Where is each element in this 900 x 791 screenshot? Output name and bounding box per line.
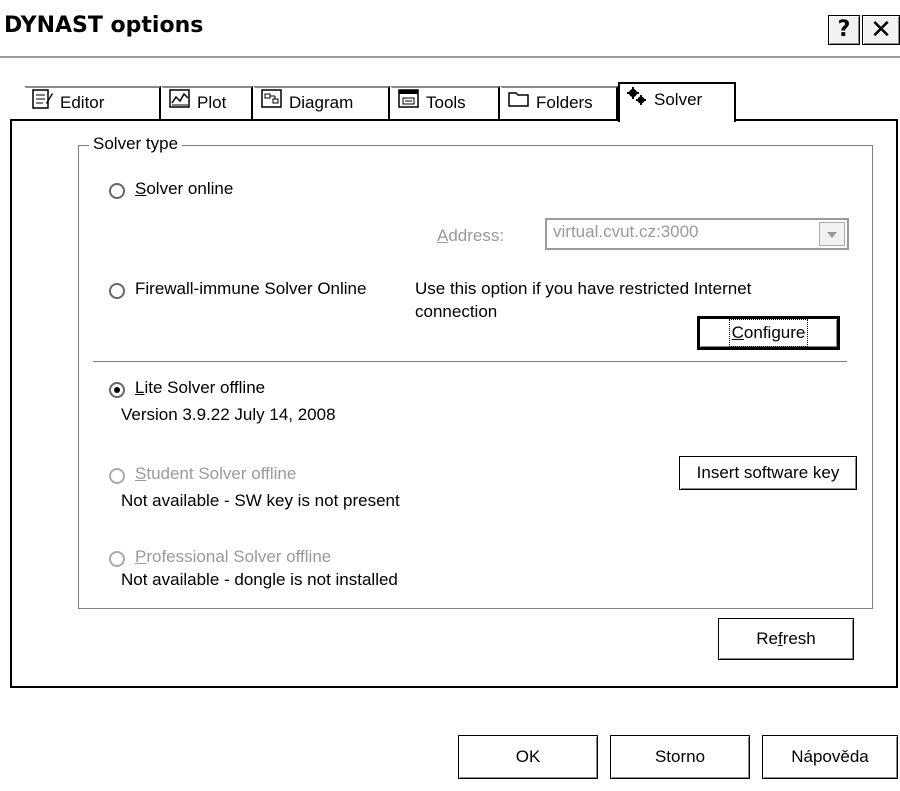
student-solver-status: Not available - SW key is not present [121,491,400,510]
solver-type-legend: Solver type [89,134,183,154]
student-solver-radio[interactable] [109,468,125,484]
tab-folders[interactable]: Folders [500,86,618,120]
solver-online-label[interactable]: Solver online [135,179,233,199]
solver-online-radio[interactable] [109,183,125,199]
firewall-note-line1: Use this option if you have restricted I… [415,279,752,298]
tab-diagram[interactable]: Diagram [253,86,390,120]
dialog-body: Editor Plot Diagram Tools Folders Solver [0,58,900,791]
editor-icon [32,88,54,119]
professional-solver-radio[interactable] [109,551,125,567]
help-button[interactable]: ? [828,15,860,45]
solver-tab-panel: Solver type Solver online Address: virtu… [10,119,898,688]
firewall-solver-label[interactable]: Firewall-immune Solver Online [135,279,366,299]
firewall-note-line2: connection [415,302,498,321]
address-combo[interactable]: virtual.cvut.cz:3000 [545,218,849,250]
configure-label: Configure [728,319,809,347]
folder-icon [508,89,530,119]
gears-icon [626,85,648,117]
refresh-button[interactable]: Refresh [718,618,854,660]
cancel-button[interactable]: Storno [610,735,750,779]
lite-solver-radio[interactable] [109,382,125,398]
plot-icon [169,88,191,119]
tab-editor[interactable]: Editor [24,86,161,120]
tab-plot-label: Plot [197,93,227,112]
tab-diagram-label: Diagram [289,93,354,112]
insert-software-key-button[interactable]: Insert software key [679,456,857,490]
tab-solver-label: Solver [654,90,703,109]
student-solver-label[interactable]: Student Solver offline [135,464,296,484]
professional-solver-status: Not available - dongle is not installed [121,570,398,589]
help-footer-button[interactable]: Nápověda [762,735,898,779]
tab-solver[interactable]: Solver [618,82,736,122]
tab-editor-label: Editor [60,93,105,112]
tools-icon [398,88,420,119]
tab-folders-label: Folders [536,93,593,112]
chevron-down-icon[interactable] [819,222,845,246]
ok-button[interactable]: OK [458,735,598,779]
address-value: virtual.cvut.cz:3000 [553,222,699,241]
window-title: DYNAST options [4,13,204,38]
firewall-solver-radio[interactable] [109,283,125,299]
diagram-icon [261,88,283,119]
lite-solver-label[interactable]: Lite Solver offline [135,378,265,398]
tab-tools-label: Tools [426,93,466,112]
title-bar: DYNAST options ? ✕ [0,0,900,58]
configure-button[interactable]: Configure [697,316,840,350]
close-icon: ✕ [870,15,892,45]
address-label: Address: [437,226,505,245]
tab-plot[interactable]: Plot [161,86,253,120]
close-button[interactable]: ✕ [862,15,900,45]
solver-type-group: Solver type Solver online Address: virtu… [78,134,873,609]
lite-solver-version: Version 3.9.22 July 14, 2008 [121,405,336,424]
separator [93,361,847,362]
professional-solver-label[interactable]: Professional Solver offline [135,547,331,567]
tab-tools[interactable]: Tools [390,86,500,120]
